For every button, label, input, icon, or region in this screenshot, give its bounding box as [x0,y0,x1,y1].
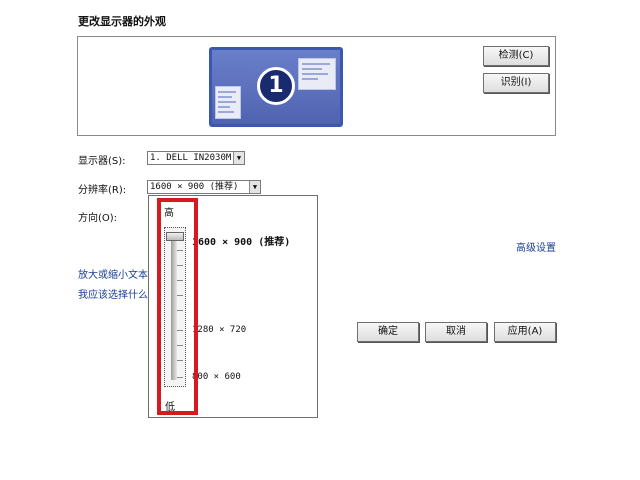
resolution-option[interactable]: 1280 × 720 [192,325,246,335]
resolution-select-value: 1600 × 900 (推荐) [150,182,239,192]
chevron-down-icon[interactable]: ▼ [249,181,260,193]
resolution-label: 分辨率(R): [78,185,127,196]
detect-button[interactable]: 检测(C) [483,46,549,66]
display-select[interactable]: 1. DELL IN2030M ▼ [147,151,245,165]
resolution-option[interactable]: 1600 × 900 (推荐) [192,233,290,248]
cancel-button[interactable]: 取消 [425,322,487,342]
chevron-down-icon[interactable]: ▼ [233,152,244,164]
resolution-option[interactable]: 800 × 600 [192,372,241,382]
resolution-select[interactable]: 1600 × 900 (推荐) ▼ [147,180,261,194]
text-size-link[interactable]: 放大或缩小文本 [78,266,148,281]
monitor-number-badge: 1 [257,67,295,105]
orientation-label: 方向(O): [78,213,118,224]
window-preview-icon [215,86,241,119]
display-select-value: 1. DELL IN2030M [150,153,232,163]
ok-button[interactable]: 确定 [357,322,419,342]
identify-button[interactable]: 识别(I) [483,73,549,93]
display-label: 显示器(S): [78,156,126,167]
advanced-settings-link[interactable]: 高级设置 [516,239,556,254]
apply-button[interactable]: 应用(A) [494,322,556,342]
page-title: 更改显示器的外观 [78,15,166,28]
which-settings-link[interactable]: 我应该选择什么 [78,286,148,301]
window-preview-icon [298,58,336,90]
slider-highlight-box [157,198,198,415]
monitor-thumbnail[interactable]: 1 [209,47,343,127]
